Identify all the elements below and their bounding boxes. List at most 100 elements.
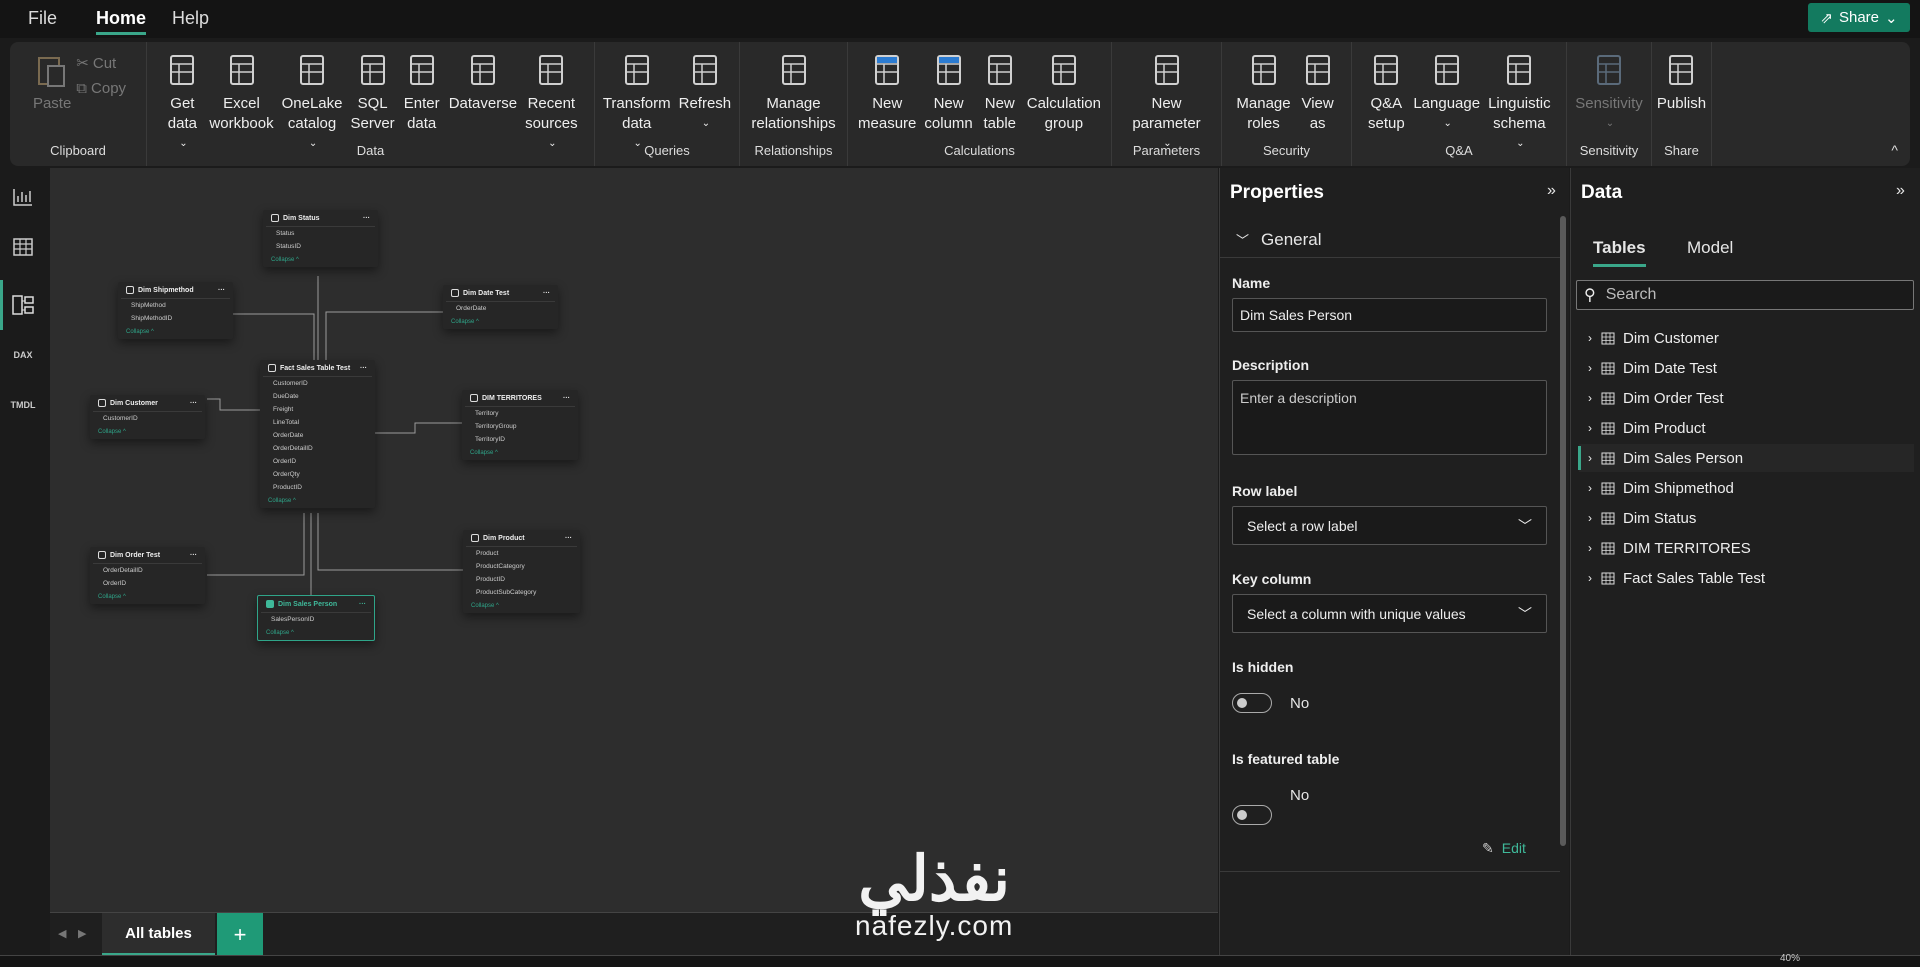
table-card[interactable]: DIM TERRITORES ··· Territory TerritoryGroup… xyxy=(462,390,578,460)
report-view-icon[interactable] xyxy=(8,182,38,212)
table-card-header[interactable]: Dim Status ··· xyxy=(266,210,375,227)
menu-help[interactable]: Help xyxy=(172,8,209,29)
more-options-icon[interactable]: ··· xyxy=(543,290,550,297)
share-button[interactable]: ⇗ Share ⌄ xyxy=(1808,3,1910,32)
column-item[interactable]: ProductSubCategory xyxy=(463,586,580,599)
table-card[interactable]: Dim Status ··· Status StatusID Collapse ^ xyxy=(263,210,378,267)
column-item[interactable]: OrderDetailID xyxy=(90,564,205,577)
column-item[interactable]: OrderDate xyxy=(443,302,558,315)
collapse-link[interactable]: Collapse ^ xyxy=(462,446,578,460)
chevron-right-icon[interactable]: › xyxy=(1579,361,1601,375)
collapse-link[interactable]: Collapse ^ xyxy=(263,253,378,267)
more-options-icon[interactable]: ··· xyxy=(190,400,197,407)
tree-item-table[interactable]: › Dim Order Test xyxy=(1579,384,1914,412)
tab-model[interactable]: Model xyxy=(1687,238,1733,258)
model-canvas[interactable]: Dim Status ··· Status StatusID Collapse ^ Dim… xyxy=(50,168,1218,912)
key-column-select[interactable]: Select a column with unique values ﹀ xyxy=(1232,594,1547,633)
collapse-link[interactable]: Collapse ^ xyxy=(443,315,558,329)
column-item[interactable]: OrderID xyxy=(260,455,375,468)
column-item[interactable]: Freight xyxy=(260,403,375,416)
relationship-line[interactable] xyxy=(317,513,463,571)
table-card-header[interactable]: Fact Sales Table Test ··· xyxy=(263,360,372,377)
collapse-link[interactable]: Collapse ^ xyxy=(90,590,205,604)
menu-home[interactable]: Home xyxy=(96,8,147,35)
column-item[interactable]: StatusID xyxy=(263,240,378,253)
column-item[interactable]: TerritoryID xyxy=(462,433,578,446)
tree-item-table[interactable]: › Dim Shipmethod xyxy=(1579,474,1914,502)
chevron-right-icon[interactable]: › xyxy=(1579,541,1601,555)
collapse-pane-icon[interactable]: » xyxy=(1547,182,1556,200)
more-options-icon[interactable]: ··· xyxy=(218,287,225,294)
more-options-icon[interactable]: ··· xyxy=(563,395,570,402)
relationship-line[interactable] xyxy=(375,422,462,434)
table-view-icon[interactable] xyxy=(8,232,38,262)
column-item[interactable]: ShipMethodID xyxy=(118,312,233,325)
is-featured-toggle[interactable] xyxy=(1232,805,1272,825)
tree-item-table[interactable]: › Fact Sales Table Test xyxy=(1579,564,1914,592)
column-item[interactable]: TerritoryGroup xyxy=(462,420,578,433)
collapse-link[interactable]: Collapse ^ xyxy=(258,626,374,640)
table-card[interactable]: Dim Product ··· Product ProductCategory Prod… xyxy=(463,530,580,613)
tree-item-table[interactable]: › Dim Sales Person xyxy=(1578,444,1914,472)
column-item[interactable]: DueDate xyxy=(260,390,375,403)
column-item[interactable]: ShipMethod xyxy=(118,299,233,312)
relationship-line[interactable] xyxy=(207,513,305,576)
description-input[interactable]: Enter a description xyxy=(1232,380,1547,455)
more-options-icon[interactable]: ··· xyxy=(363,215,370,222)
more-options-icon[interactable]: ··· xyxy=(190,552,197,559)
tree-item-table[interactable]: › Dim Date Test xyxy=(1579,354,1914,382)
column-item[interactable]: OrderQty xyxy=(260,468,375,481)
menu-file[interactable]: File xyxy=(28,8,57,29)
table-card-header[interactable]: Dim Sales Person ··· xyxy=(261,596,371,613)
table-card-header[interactable]: Dim Product ··· xyxy=(466,530,577,547)
table-card-header[interactable]: Dim Customer ··· xyxy=(93,395,202,412)
chevron-right-icon[interactable]: › xyxy=(1579,391,1601,405)
table-card[interactable]: Dim Date Test ··· OrderDate Collapse ^ xyxy=(443,285,558,329)
column-item[interactable]: OrderDetailID xyxy=(260,442,375,455)
chevron-right-icon[interactable]: › xyxy=(1579,421,1601,435)
column-item[interactable]: CustomerID xyxy=(260,377,375,390)
collapse-pane-icon[interactable]: » xyxy=(1896,182,1905,200)
cut-button[interactable]: ✂ Cut xyxy=(76,54,126,73)
dax-query-view-icon[interactable]: DAX xyxy=(8,340,38,370)
tmdl-view-icon[interactable]: TMDL xyxy=(8,390,38,420)
column-item[interactable]: Product xyxy=(463,547,580,560)
more-options-icon[interactable]: ··· xyxy=(565,535,572,542)
chevron-right-icon[interactable]: › xyxy=(1579,481,1601,495)
collapse-ribbon-icon[interactable]: ^ xyxy=(1891,142,1898,158)
tab-tables[interactable]: Tables xyxy=(1593,238,1646,267)
tab-scroll-right-icon[interactable]: ▶ xyxy=(78,927,86,940)
column-item[interactable]: Territory xyxy=(462,407,578,420)
edit-button[interactable]: ✎ Edit xyxy=(1482,840,1526,857)
column-item[interactable]: OrderDate xyxy=(260,429,375,442)
name-input[interactable]: Dim Sales Person xyxy=(1232,298,1547,332)
relationship-line[interactable] xyxy=(207,398,260,411)
column-item[interactable]: ProductID xyxy=(260,481,375,494)
table-card-header[interactable]: Dim Order Test ··· xyxy=(93,547,202,564)
table-card[interactable]: Fact Sales Table Test ··· CustomerID DueDat… xyxy=(260,360,375,508)
tab-scroll-left-icon[interactable]: ◀ xyxy=(58,927,66,940)
column-item[interactable]: Status xyxy=(263,227,378,240)
model-view-icon[interactable] xyxy=(0,280,38,330)
row-label-select[interactable]: Select a row label ﹀ xyxy=(1232,506,1547,545)
copy-button[interactable]: ⧉ Copy xyxy=(76,80,126,97)
tree-item-table[interactable]: › Dim Customer xyxy=(1579,324,1914,352)
column-item[interactable]: OrderID xyxy=(90,577,205,590)
is-hidden-toggle[interactable] xyxy=(1232,693,1272,713)
table-card[interactable]: Dim Shipmethod ··· ShipMethod ShipMethodID C… xyxy=(118,282,233,339)
column-item[interactable]: SalesPersonID xyxy=(258,613,374,626)
collapse-link[interactable]: Collapse ^ xyxy=(463,599,580,613)
tree-item-table[interactable]: › DIM TERRITORES xyxy=(1579,534,1914,562)
table-card-header[interactable]: Dim Shipmethod ··· xyxy=(121,282,230,299)
chevron-right-icon[interactable]: › xyxy=(1579,571,1601,585)
add-layout-button[interactable]: + xyxy=(217,913,263,956)
column-item[interactable]: ProductID xyxy=(463,573,580,586)
table-card[interactable]: Dim Sales Person ··· SalesPersonID Collapse… xyxy=(257,595,375,641)
chevron-right-icon[interactable]: › xyxy=(1579,511,1601,525)
table-card-header[interactable]: DIM TERRITORES ··· xyxy=(465,390,575,407)
section-general[interactable]: ﹀ General xyxy=(1220,222,1560,258)
collapse-link[interactable]: Collapse ^ xyxy=(118,325,233,339)
table-card[interactable]: Dim Customer ··· CustomerID Collapse ^ xyxy=(90,395,205,439)
tab-all-tables[interactable]: All tables xyxy=(102,913,215,956)
more-options-icon[interactable]: ··· xyxy=(359,601,366,608)
